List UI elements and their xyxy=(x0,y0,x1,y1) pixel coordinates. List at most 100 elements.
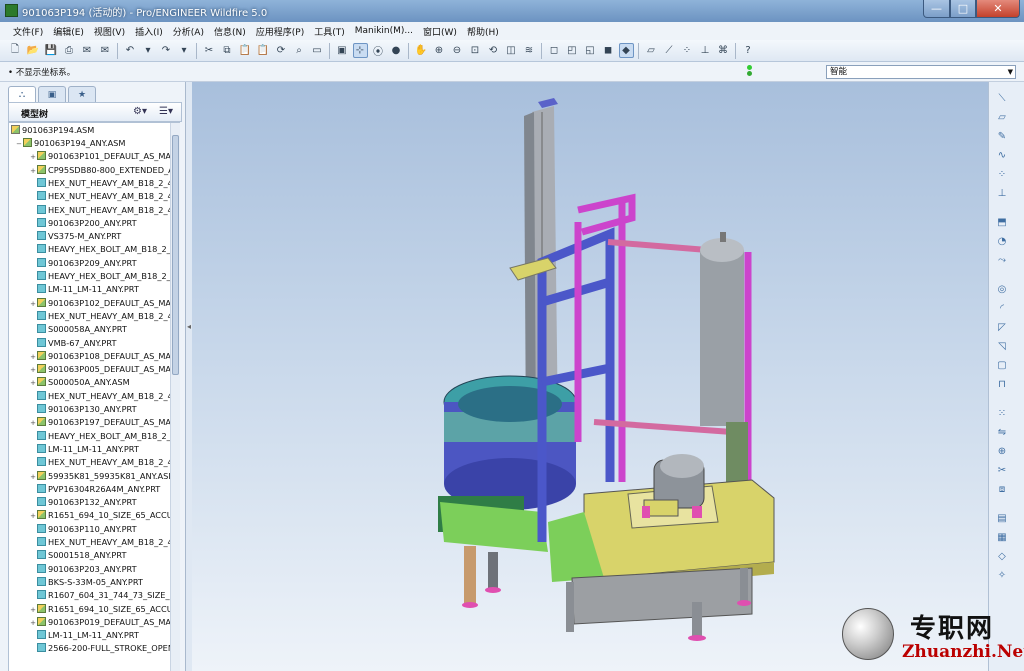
open-file-icon[interactable]: 📂 xyxy=(26,43,41,58)
tree-item[interactable]: 901063P203_ANY.PRT xyxy=(29,563,137,576)
no-hidden-icon[interactable]: ◱ xyxy=(583,43,598,58)
tree-item[interactable]: +59935K81_59935K81_ANY.ASM xyxy=(29,470,175,483)
hidden-line-icon[interactable]: ◰ xyxy=(565,43,580,58)
paste-special-icon[interactable]: 📋 xyxy=(256,43,271,58)
shading-icon[interactable]: ◼ xyxy=(601,43,616,58)
tree-item[interactable]: HEX_NUT_HEAVY_AM_B18_2_4 xyxy=(29,456,173,469)
tree-item[interactable]: +901063P108_DEFAULT_AS_MA xyxy=(29,350,171,363)
tree-root[interactable]: 901063P194.ASM xyxy=(11,124,94,137)
folder-browser-tab[interactable]: ▣ xyxy=(38,86,66,102)
undo-icon[interactable]: ↶ xyxy=(123,43,138,58)
menu-item[interactable]: 文件(F) xyxy=(8,25,48,38)
sketch-icon[interactable]: ✎ xyxy=(995,130,1009,144)
tree-item[interactable]: HEAVY_HEX_BOLT_AM_B18_2_ xyxy=(29,243,171,256)
tree-item[interactable]: LM-11_LM-11_ANY.PRT xyxy=(29,283,139,296)
extrude-icon[interactable]: ⬒ xyxy=(995,216,1009,230)
style-icon[interactable]: ✧ xyxy=(995,569,1009,583)
tree-item[interactable]: 901063P209_ANY.PRT xyxy=(29,257,137,270)
tree-item[interactable]: S000058A_ANY.PRT xyxy=(29,323,127,336)
tree-item[interactable]: HEAVY_HEX_BOLT_AM_B18_2_ xyxy=(29,430,171,443)
new-file-icon[interactable]: 🗋 xyxy=(8,43,23,58)
tree-item[interactable]: HEX_NUT_HEAVY_AM_B18_2_4 xyxy=(29,390,173,403)
undo-dropdown-icon[interactable]: ▾ xyxy=(141,43,156,58)
regenerate-icon[interactable]: ⟳ xyxy=(274,43,289,58)
layers-icon[interactable]: ≋ xyxy=(522,43,537,58)
tree-expander-icon[interactable]: + xyxy=(29,471,37,484)
datum-planes-icon[interactable]: ▱ xyxy=(644,43,659,58)
tree-item[interactable]: HEX_NUT_HEAVY_AM_B18_2_4 xyxy=(29,204,173,217)
orient-icon[interactable]: ⦿ xyxy=(371,43,386,58)
zoom-out-icon[interactable]: ⊖ xyxy=(450,43,465,58)
tree-item[interactable]: +901063P101_DEFAULT_AS_MA xyxy=(29,150,171,163)
saved-views-icon[interactable]: ◫ xyxy=(504,43,519,58)
redraw-icon[interactable]: ▣ xyxy=(335,43,350,58)
rib-icon[interactable]: ⊓ xyxy=(995,378,1009,392)
menu-item[interactable]: 视图(V) xyxy=(89,25,130,38)
tree-item[interactable]: 901063P110_ANY.PRT xyxy=(29,523,137,536)
menu-item[interactable]: 插入(I) xyxy=(130,25,168,38)
selection-filter-select[interactable]: 智能 ▼ xyxy=(826,65,1016,79)
paste-icon[interactable]: 📋 xyxy=(238,43,253,58)
tree-item[interactable]: HEX_NUT_HEAVY_AM_B18_2_4 xyxy=(29,310,173,323)
minimize-button[interactable]: — xyxy=(923,0,950,18)
tree-item[interactable]: +901063P019_DEFAULT_AS_MA xyxy=(29,616,171,629)
favorites-tab[interactable]: ★ xyxy=(68,86,96,102)
round-icon[interactable]: ◜ xyxy=(995,302,1009,316)
tree-item[interactable]: HEAVY_HEX_BOLT_AM_B18_2_ xyxy=(29,270,171,283)
plane-icon[interactable]: ▱ xyxy=(995,111,1009,125)
tree-scrollbar-thumb[interactable] xyxy=(172,135,179,375)
tree-item[interactable]: + R1651_694_10_SIZE_65_ACCUR xyxy=(29,509,178,522)
tree-expander-icon[interactable]: + xyxy=(29,604,37,617)
menu-item[interactable]: 窗口(W) xyxy=(418,25,462,38)
cut-icon[interactable]: ✂ xyxy=(202,43,217,58)
tree-item[interactable]: R1607_604_31_744_73_SIZE_S xyxy=(29,589,175,602)
tree-settings-icon[interactable]: ⚙▾ xyxy=(133,106,147,117)
tree-scrollbar[interactable] xyxy=(170,123,180,671)
tree-item[interactable]: LM-11_LM-11_ANY.PRT xyxy=(29,443,139,456)
merge-icon[interactable]: ⊕ xyxy=(995,445,1009,459)
email-icon[interactable]: ✉ xyxy=(80,43,95,58)
hole-icon[interactable]: ◎ xyxy=(995,283,1009,297)
menu-item[interactable]: 工具(T) xyxy=(309,25,350,38)
tree-item[interactable]: VS375-M_ANY.PRT xyxy=(29,230,121,243)
print-icon[interactable]: ⎙ xyxy=(62,43,77,58)
tree-item[interactable]: PVP16304R26A4M_ANY.PRT xyxy=(29,483,160,496)
tree-item[interactable]: 901063P132_ANY.PRT xyxy=(29,496,137,509)
csys-icon[interactable]: ⊥ xyxy=(995,187,1009,201)
tree-expander-icon[interactable]: + xyxy=(29,151,37,164)
tree-item[interactable]: + CP95SDB80-800_EXTENDED_A xyxy=(29,164,174,177)
trim-icon[interactable]: ✂ xyxy=(995,464,1009,478)
close-button[interactable]: ✕ xyxy=(976,0,1020,18)
refit-icon[interactable]: ⊡ xyxy=(468,43,483,58)
zoom-in-icon[interactable]: ⊕ xyxy=(432,43,447,58)
annotations-icon[interactable]: ⌘ xyxy=(716,43,731,58)
menu-item[interactable]: 信息(N) xyxy=(209,25,251,38)
reorient-icon[interactable]: ⟲ xyxy=(486,43,501,58)
redo-icon[interactable]: ↷ xyxy=(159,43,174,58)
model-tree-tab[interactable]: ⛬ xyxy=(8,86,36,102)
tree-item[interactable]: +901063P197_DEFAULT_AS_MA xyxy=(29,416,171,429)
revolve-icon[interactable]: ◔ xyxy=(995,235,1009,249)
tree-show-icon[interactable]: ☰▾ xyxy=(159,106,173,117)
save-icon[interactable]: 💾 xyxy=(44,43,59,58)
tree-expander-icon[interactable]: + xyxy=(29,165,37,178)
wireframe-icon[interactable]: ◻ xyxy=(547,43,562,58)
enhanced-realism-icon[interactable]: ◆ xyxy=(618,43,634,58)
appearance-icon[interactable]: ● xyxy=(389,43,404,58)
datum-axes-icon[interactable]: ⟋ xyxy=(662,43,677,58)
email-link-icon[interactable]: ✉ xyxy=(98,43,113,58)
sweep-icon[interactable]: ⤳ xyxy=(995,254,1009,268)
tree-expander-icon[interactable]: + xyxy=(29,617,37,630)
tree-item[interactable]: BKS-S-33M-05_ANY.PRT xyxy=(29,576,143,589)
find-icon[interactable]: ⌕ xyxy=(292,43,307,58)
menu-item[interactable]: 应用程序(P) xyxy=(251,25,309,38)
mirror-icon[interactable]: ⇋ xyxy=(995,426,1009,440)
copy-icon[interactable]: ⧉ xyxy=(220,43,235,58)
menu-item[interactable]: 编辑(E) xyxy=(48,25,89,38)
tree-item[interactable]: + S000050A_ANY.ASM xyxy=(29,376,130,389)
tree-item[interactable]: 901063P200_ANY.PRT xyxy=(29,217,137,230)
tree-expander-icon[interactable]: + xyxy=(29,377,37,390)
tree-item[interactable]: +901063P102_DEFAULT_AS_MA xyxy=(29,297,171,310)
tree-expander-icon[interactable]: + xyxy=(29,351,37,364)
point-icon[interactable]: ⁘ xyxy=(995,168,1009,182)
